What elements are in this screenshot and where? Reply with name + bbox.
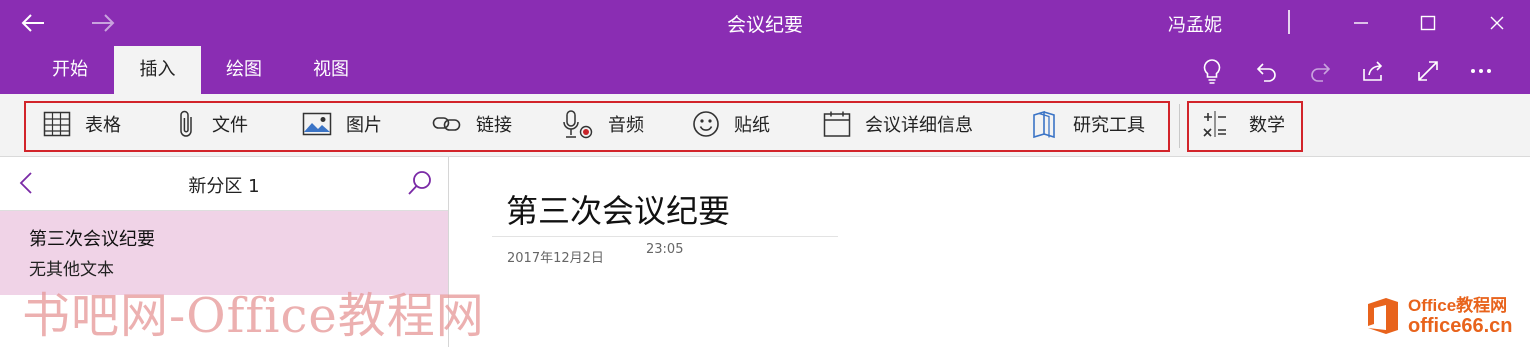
section-title: 新分区 1: [188, 176, 260, 197]
tab-insert[interactable]: 插入: [114, 46, 201, 94]
research-icon: [1033, 110, 1055, 139]
share-icon[interactable]: [1358, 56, 1388, 86]
minimize-icon[interactable]: [1344, 7, 1378, 39]
fullscreen-icon[interactable]: [1413, 56, 1443, 86]
watermark-logo-line2: office66.cn: [1408, 315, 1513, 337]
page-date: 2017年12月2日: [507, 251, 604, 266]
page-title[interactable]: 第三次会议纪要: [506, 186, 730, 232]
undo-icon[interactable]: [1252, 56, 1282, 86]
math-button[interactable]: 数学: [1201, 107, 1285, 141]
table-label: 表格: [85, 115, 121, 136]
redo-icon[interactable]: [1305, 56, 1335, 86]
math-label: 数学: [1249, 115, 1285, 136]
research-label: 研究工具: [1073, 115, 1145, 136]
audio-label: 音频: [608, 115, 644, 136]
sticker-label: 贴纸: [734, 115, 770, 136]
page-list-item-title: 第三次会议纪要: [29, 229, 155, 250]
table-button[interactable]: 表格: [43, 107, 121, 141]
audio-button[interactable]: 音频: [562, 107, 644, 141]
calendar-icon: [823, 111, 851, 137]
close-icon[interactable]: [1480, 7, 1514, 39]
picture-label: 图片: [346, 115, 382, 136]
table-icon: [43, 111, 71, 137]
tab-view[interactable]: 视图: [290, 46, 372, 94]
watermark-logo: Office教程网 office66.cn: [1364, 296, 1512, 336]
tab-row: 开始 插入 绘图 视图: [0, 46, 1530, 94]
section-header: 新分区 1: [0, 157, 448, 211]
tab-home[interactable]: 开始: [30, 46, 110, 94]
math-icon: [1203, 111, 1226, 137]
meeting-details-button[interactable]: 会议详细信息: [823, 107, 973, 141]
search-icon[interactable]: [405, 168, 435, 198]
meeting-details-label: 会议详细信息: [865, 115, 973, 136]
watermark-text: 书吧网-Office教程网: [22, 288, 485, 344]
file-label: 文件: [212, 115, 248, 136]
link-button[interactable]: 链接: [432, 107, 512, 141]
window-title: 会议纪要: [726, 14, 803, 36]
page-time: 23:05: [646, 242, 684, 257]
paperclip-icon: [180, 110, 192, 137]
user-name[interactable]: 冯孟妮: [1168, 11, 1222, 37]
tab-draw[interactable]: 绘图: [203, 46, 285, 94]
more-icon[interactable]: [1466, 56, 1496, 86]
lightbulb-icon[interactable]: [1197, 56, 1227, 86]
title-separator: [1288, 10, 1290, 34]
sticker-icon: [693, 111, 719, 137]
ribbon-divider: [1179, 104, 1180, 148]
office-logo-icon: [1368, 298, 1398, 334]
title-bar: 会议纪要 冯孟妮: [0, 0, 1530, 46]
ribbon: 表格 文件 图片 链接 音频 贴纸 会议详细信息 研究工具 数学: [0, 94, 1530, 157]
link-label: 链接: [476, 115, 512, 136]
research-button[interactable]: 研究工具: [1031, 107, 1145, 141]
file-button[interactable]: 文件: [176, 107, 248, 141]
link-icon: [432, 117, 461, 131]
page-title-rule: [492, 236, 838, 237]
maximize-icon[interactable]: [1411, 7, 1445, 39]
picture-icon: [302, 112, 332, 136]
sticker-button[interactable]: 贴纸: [692, 107, 770, 141]
microphone-icon: [563, 110, 593, 139]
picture-button[interactable]: 图片: [302, 107, 382, 141]
watermark-logo-line1: Office教程网: [1408, 296, 1508, 315]
